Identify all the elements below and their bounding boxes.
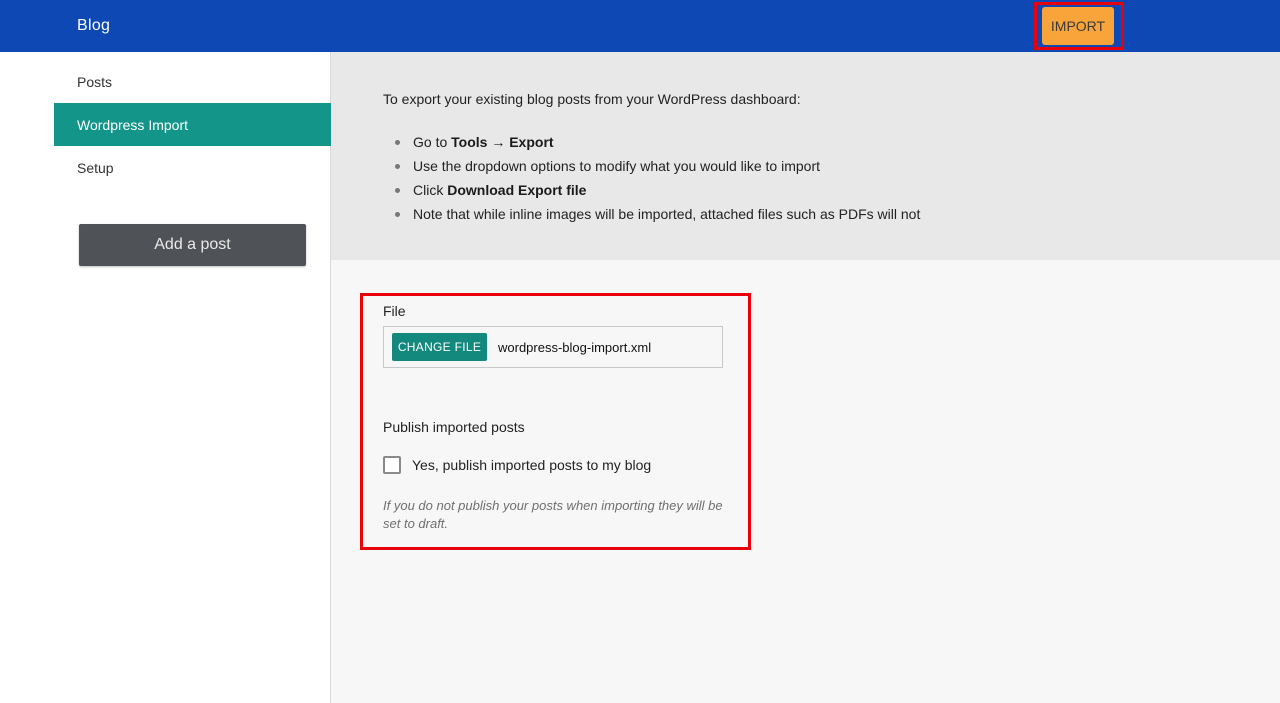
publish-checkbox[interactable] <box>383 456 401 474</box>
step-bold-export: Export <box>509 134 554 150</box>
main-content: To export your existing blog posts from … <box>331 52 1280 703</box>
step-text: Use the dropdown options to modify what … <box>413 158 820 174</box>
instructions-list: Go to Tools → Export Use the dropdown op… <box>383 130 920 226</box>
change-file-button[interactable]: CHANGE FILE <box>392 333 487 361</box>
instructions-intro: To export your existing blog posts from … <box>383 91 801 107</box>
list-item: Use the dropdown options to modify what … <box>383 154 920 178</box>
sidebar-item-posts[interactable]: Posts <box>54 60 331 103</box>
step-bold-download: Download Export file <box>447 182 587 198</box>
publish-checkbox-label[interactable]: Yes, publish imported posts to my blog <box>412 457 651 473</box>
help-text: If you do not publish your posts when im… <box>383 498 723 531</box>
bullet-icon <box>395 164 400 169</box>
add-post-button[interactable]: Add a post <box>79 224 306 266</box>
export-instructions: To export your existing blog posts from … <box>331 52 1280 260</box>
step-prefix: Click <box>413 182 448 198</box>
list-item: Go to Tools → Export <box>383 130 920 154</box>
list-item: Click Download Export file <box>383 178 920 202</box>
bullet-icon <box>395 140 400 145</box>
step-bold-tools: Tools <box>451 134 488 150</box>
file-input[interactable]: CHANGE FILE wordpress-blog-import.xml <box>383 326 723 368</box>
sidebar-item-setup[interactable]: Setup <box>54 146 331 189</box>
app-title: Blog <box>77 17 111 34</box>
sidebar: Posts Wordpress Import Setup Add a post <box>0 52 331 703</box>
file-label: File <box>383 303 406 319</box>
bullet-icon <box>395 212 400 217</box>
bullet-icon <box>395 188 400 193</box>
step-prefix: Go to <box>413 134 452 150</box>
step-arrow: → <box>487 134 510 150</box>
import-button[interactable]: IMPORT <box>1042 7 1114 45</box>
list-item: Note that while inline images will be im… <box>383 202 920 226</box>
sidebar-item-wordpress-import[interactable]: Wordpress Import <box>54 103 331 146</box>
publish-label: Publish imported posts <box>383 419 525 435</box>
top-app-bar: Blog IMPORT <box>0 0 1280 52</box>
step-text: Note that while inline images will be im… <box>413 206 921 222</box>
file-name: wordpress-blog-import.xml <box>498 340 652 355</box>
